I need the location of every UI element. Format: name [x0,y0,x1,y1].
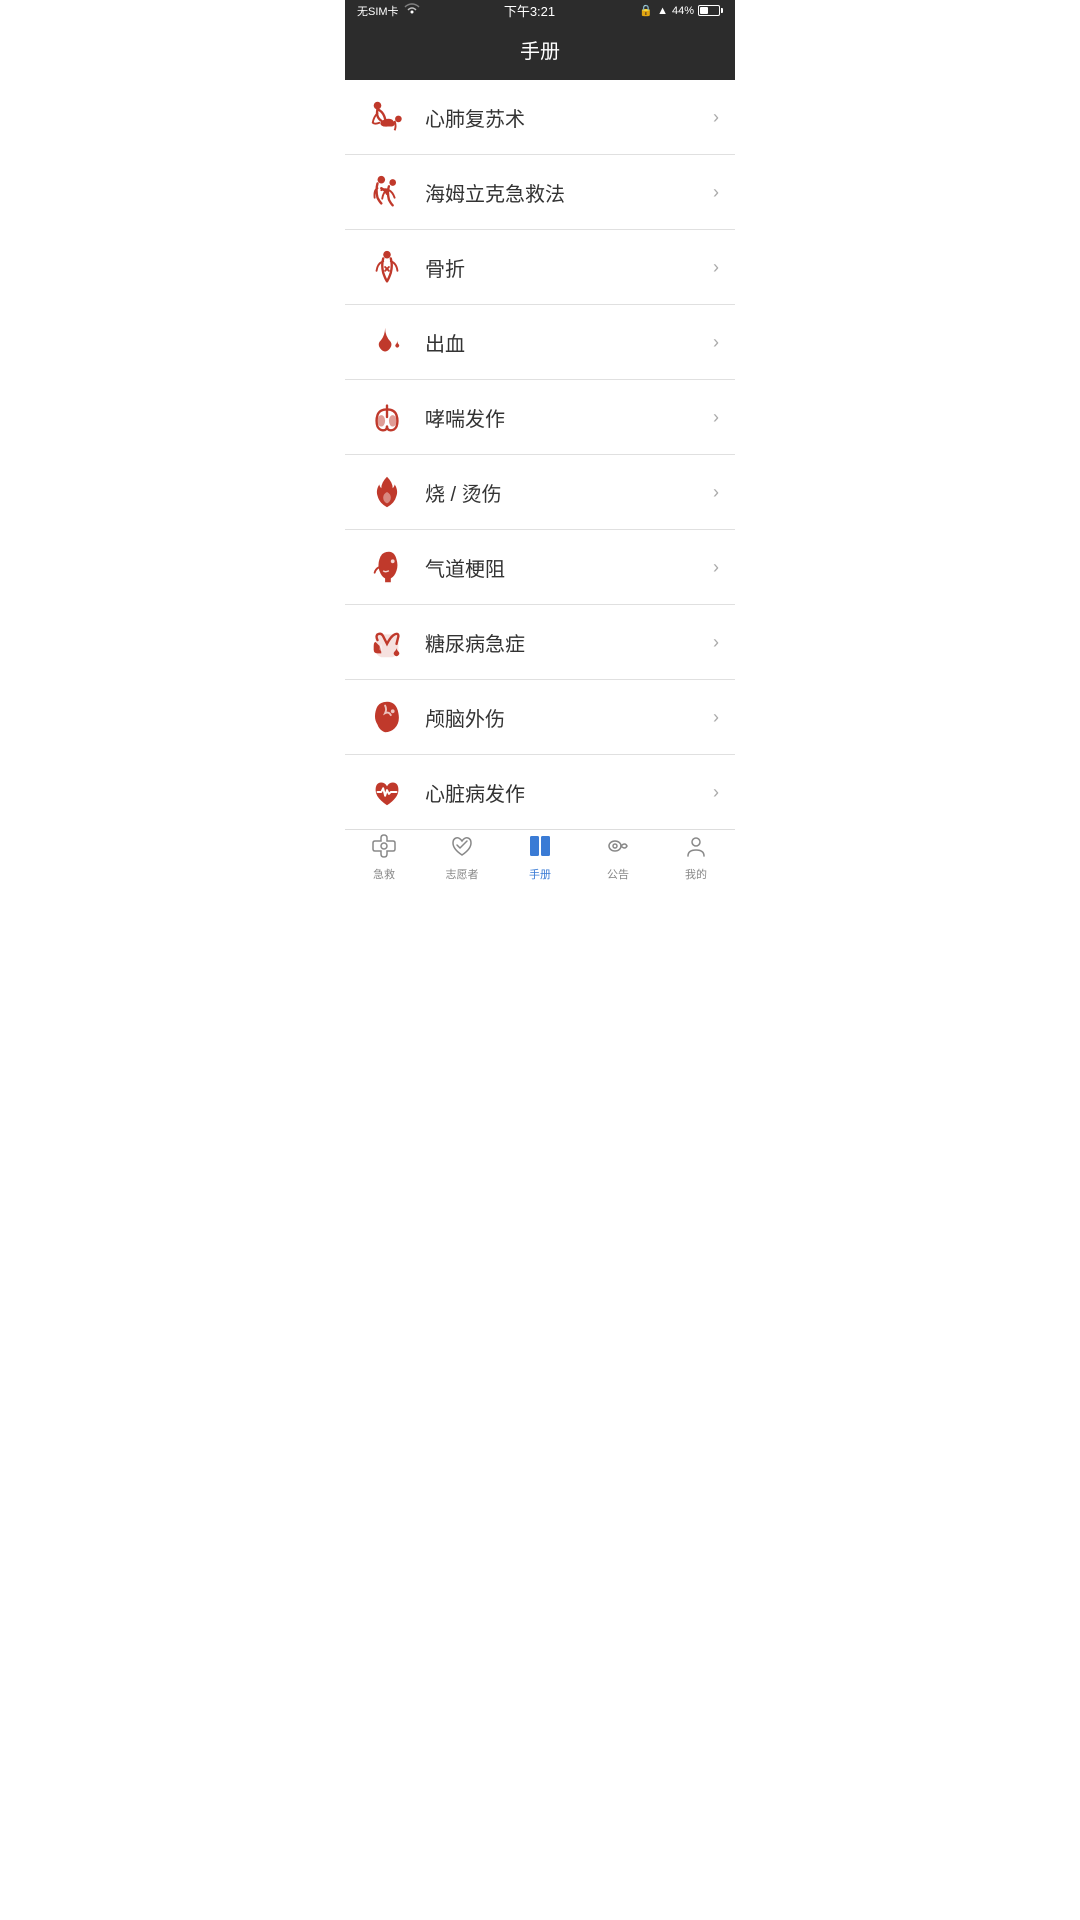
burn-chevron: › [713,482,719,503]
bleeding-chevron: › [713,332,719,353]
list-item-heart[interactable]: 心脏病发作 › [345,755,735,829]
burn-label: 烧 / 烫伤 [413,478,705,507]
asthma-icon [361,398,413,436]
heart-chevron: › [713,782,719,803]
status-left: 无SIM卡 [357,3,420,19]
asthma-chevron: › [713,407,719,428]
status-bar: 无SIM卡 下午3:21 🔒 ▲ 44% [345,0,735,21]
tab-handbook[interactable]: 手册 [501,830,579,885]
heimlich-icon [361,173,413,211]
list-item-head[interactable]: 颅脑外伤 › [345,680,735,755]
list-item-burn[interactable]: 烧 / 烫伤 › [345,455,735,530]
lock-icon: 🔒 [639,4,653,17]
wifi-icon [404,3,420,18]
list-item-asthma[interactable]: 哮喘发作 › [345,380,735,455]
mine-icon [683,833,709,863]
bleeding-label: 出血 [413,328,705,357]
tab-bar: 急救 志愿者 手册 公告 [345,829,735,885]
heimlich-label: 海姆立克急救法 [413,178,705,207]
airway-label: 气道梗阻 [413,553,705,582]
list-item-heimlich[interactable]: 海姆立克急救法 › [345,155,735,230]
airway-icon [361,548,413,586]
volunteer-icon [449,833,475,863]
location-icon: ▲ [657,5,668,17]
tab-volunteer[interactable]: 志愿者 [423,830,501,885]
page-header: 手册 [345,21,735,80]
tab-notice[interactable]: 公告 [579,830,657,885]
list-item-bleeding[interactable]: 出血 › [345,305,735,380]
head-icon [361,698,413,736]
cpr-label: 心肺复苏术 [413,103,705,132]
diabetes-chevron: › [713,632,719,653]
tab-mine-label: 我的 [685,866,707,882]
tab-rescue-label: 急救 [373,866,395,882]
list-item-cpr[interactable]: 心肺复苏术 › [345,80,735,155]
bleeding-icon [361,323,413,361]
tab-rescue[interactable]: 急救 [345,830,423,885]
head-label: 颅脑外伤 [413,703,705,732]
fracture-label: 骨折 [413,253,705,282]
cpr-icon [361,98,413,136]
cpr-chevron: › [713,107,719,128]
burn-icon [361,473,413,511]
list-item-diabetes[interactable]: 糖尿病急症 › [345,605,735,680]
sim-status: 无SIM卡 [357,3,399,19]
rescue-icon [371,833,397,863]
diabetes-icon [361,623,413,661]
handbook-icon [527,833,553,863]
list-item-airway[interactable]: 气道梗阻 › [345,530,735,605]
battery-icon [698,5,723,17]
battery-percent: 44% [672,5,694,17]
notice-icon [605,833,631,863]
page-title: 手册 [520,41,560,63]
asthma-label: 哮喘发作 [413,403,705,432]
fracture-chevron: › [713,257,719,278]
tab-notice-label: 公告 [607,866,629,882]
status-right: 🔒 ▲ 44% [639,4,723,17]
tab-volunteer-label: 志愿者 [446,866,479,882]
head-chevron: › [713,707,719,728]
manual-list: 心肺复苏术 › 海姆立克急救法 › [345,80,735,829]
diabetes-label: 糖尿病急症 [413,628,705,657]
airway-chevron: › [713,557,719,578]
heart-icon [361,773,413,811]
heart-label: 心脏病发作 [413,778,705,807]
tab-handbook-label: 手册 [529,866,551,882]
tab-mine[interactable]: 我的 [657,830,735,885]
status-time: 下午3:21 [504,1,555,20]
list-item-fracture[interactable]: 骨折 › [345,230,735,305]
heimlich-chevron: › [713,182,719,203]
fracture-icon [361,248,413,286]
